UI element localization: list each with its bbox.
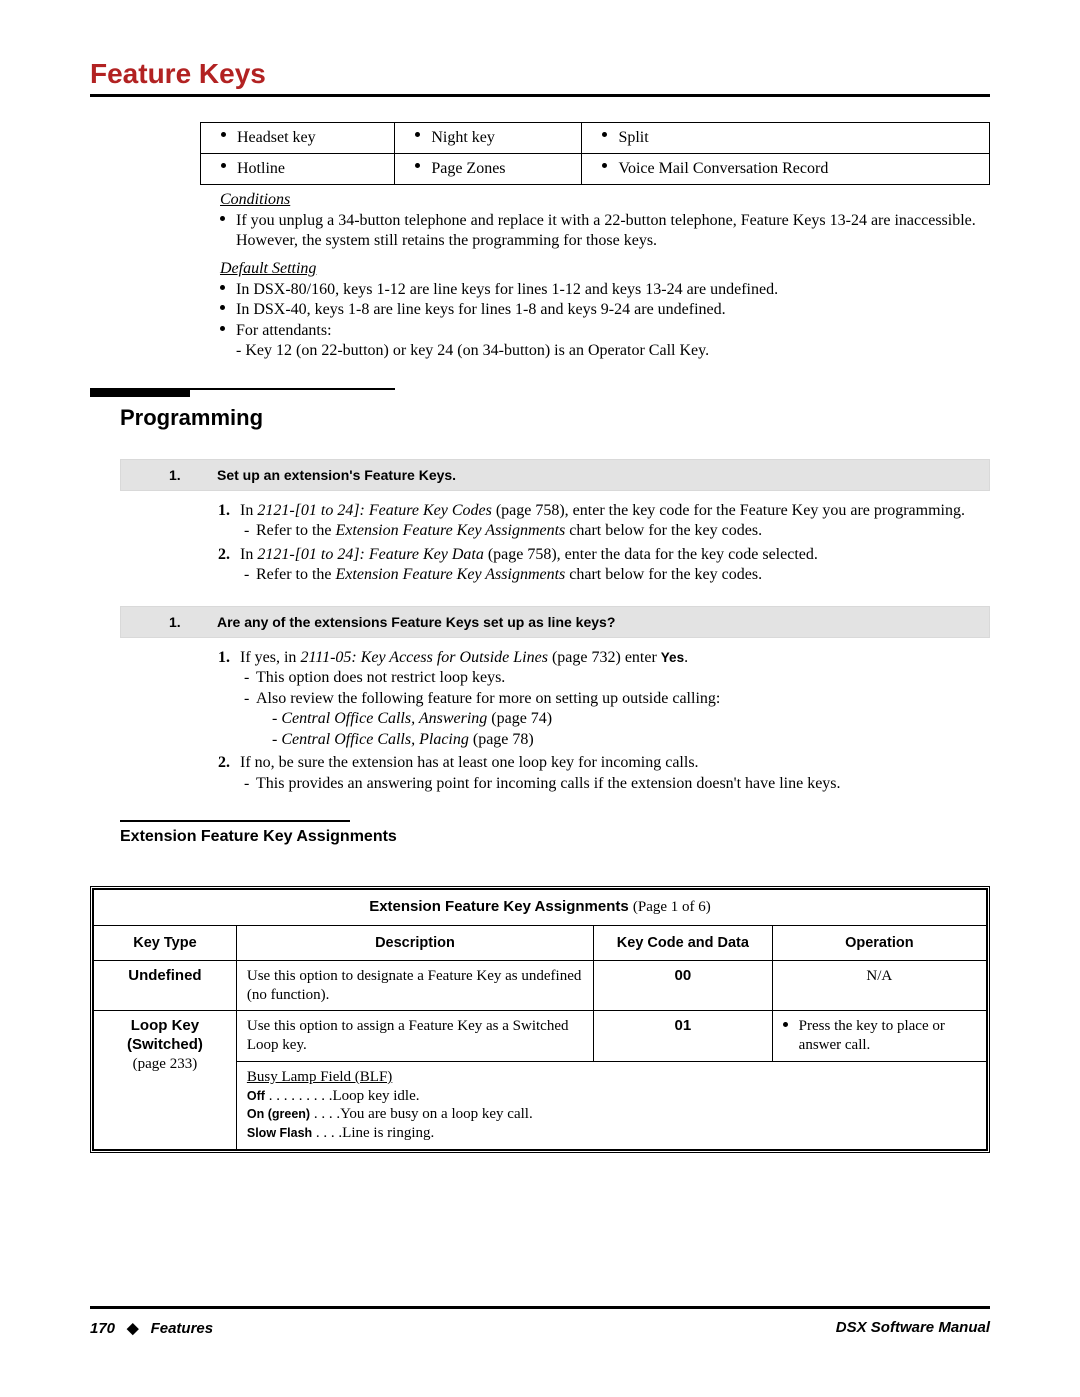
description-cell: Use this option to designate a Feature K… — [236, 960, 593, 1011]
page-number: 170 — [90, 1320, 115, 1337]
default-setting-heading: Default Setting — [220, 260, 990, 278]
operation-cell: Press the key to place or answer call. — [772, 1011, 986, 1062]
instructions-block-2: 1. Are any of the extensions Feature Key… — [120, 606, 990, 794]
default-item: In DSX-80/160, keys 1-12 are line keys f… — [236, 281, 778, 298]
feature-key-grid: Headset key Night key Split Hotline Page… — [200, 122, 990, 185]
diamond-icon: ◆ — [127, 1319, 139, 1337]
table-header: Key Code and Data — [594, 925, 773, 960]
conditions-block: Conditions If you unplug a 34-button tel… — [220, 191, 990, 362]
table-row: Undefined Use this option to designate a… — [94, 960, 987, 1011]
divider-bar — [90, 388, 190, 397]
condition-item: If you unplug a 34-button telephone and … — [236, 212, 976, 249]
step-number: 1. — [169, 614, 181, 630]
step-title: Are any of the extensions Feature Keys s… — [217, 614, 615, 630]
section-heading-programming: Programming — [120, 405, 990, 431]
blf-title: Busy Lamp Field (BLF) — [247, 1068, 976, 1087]
step-bar: 1. Set up an extension's Feature Keys. — [120, 459, 990, 491]
grid-cell: Hotline — [237, 160, 285, 177]
page-title: Feature Keys — [90, 58, 990, 97]
footer-rule — [90, 1306, 990, 1309]
proc-dash: This provides an answering point for inc… — [256, 775, 841, 792]
description-cell: Use this option to assign a Feature Key … — [236, 1011, 593, 1062]
proc-text: If yes, in 2111-05: Key Access for Outsi… — [240, 649, 688, 666]
step-title: Set up an extension's Feature Keys. — [217, 467, 456, 483]
default-item: In DSX-40, keys 1-8 are line keys for li… — [236, 301, 726, 318]
proc-dash: Refer to the Extension Feature Key Assig… — [256, 522, 762, 539]
default-subitem: - Key 12 (on 22-button) or key 24 (on 34… — [236, 342, 709, 359]
chart-title: Extension Feature Key Assignments — [120, 828, 990, 846]
chart-divider — [120, 820, 350, 822]
key-code-cell: 00 — [594, 960, 773, 1011]
key-code-cell: 01 — [594, 1011, 773, 1062]
proc-text: In 2121-[01 to 24]: Feature Key Codes (p… — [240, 502, 965, 519]
page-footer: 170 ◆ Features DSX Software Manual — [90, 1306, 990, 1337]
proc-dash: Refer to the Extension Feature Key Assig… — [256, 566, 762, 583]
proc-number: 2. — [218, 753, 230, 773]
proc-text: If no, be sure the extension has at leas… — [240, 754, 699, 771]
proc-number: 1. — [218, 648, 230, 668]
proc-number: 1. — [218, 501, 230, 521]
grid-cell: Split — [618, 129, 648, 146]
proc-subdash: - Central Office Calls, Answering (page … — [272, 710, 552, 727]
instructions-block-1: 1. Set up an extension's Feature Keys. 1… — [120, 459, 990, 586]
proc-text: In 2121-[01 to 24]: Feature Key Data (pa… — [240, 546, 818, 563]
key-type-ref: (page 233) — [104, 1055, 226, 1074]
assignment-table: Extension Feature Key Assignments (Page … — [90, 886, 990, 1153]
table-row: Loop Key (Switched) (page 233) Use this … — [94, 1011, 987, 1062]
proc-dash: This option does not restrict loop keys. — [256, 669, 505, 686]
key-type: Loop Key (Switched) — [104, 1017, 226, 1055]
table-title-cell: Extension Feature Key Assignments (Page … — [94, 889, 987, 925]
default-item: For attendants: — [236, 322, 332, 339]
proc-dash: Also review the following feature for mo… — [256, 690, 720, 707]
key-type: Undefined — [128, 967, 201, 984]
step-number: 1. — [169, 467, 181, 483]
table-header: Description — [236, 925, 593, 960]
footer-manual-label: DSX Software Manual — [836, 1319, 990, 1337]
conditions-heading: Conditions — [220, 191, 990, 209]
grid-cell: Headset key — [237, 129, 316, 146]
grid-cell: Voice Mail Conversation Record — [618, 160, 828, 177]
table-header: Operation — [772, 925, 986, 960]
footer-section-label: Features — [151, 1320, 214, 1337]
operation-cell: N/A — [772, 960, 986, 1011]
grid-cell: Page Zones — [431, 160, 505, 177]
grid-cell: Night key — [431, 129, 495, 146]
step-bar: 1. Are any of the extensions Feature Key… — [120, 606, 990, 638]
proc-number: 2. — [218, 545, 230, 565]
blf-cell: Busy Lamp Field (BLF) Off . . . . . . . … — [236, 1061, 986, 1149]
proc-subdash: - Central Office Calls, Placing (page 78… — [272, 731, 534, 748]
table-header: Key Type — [94, 925, 237, 960]
